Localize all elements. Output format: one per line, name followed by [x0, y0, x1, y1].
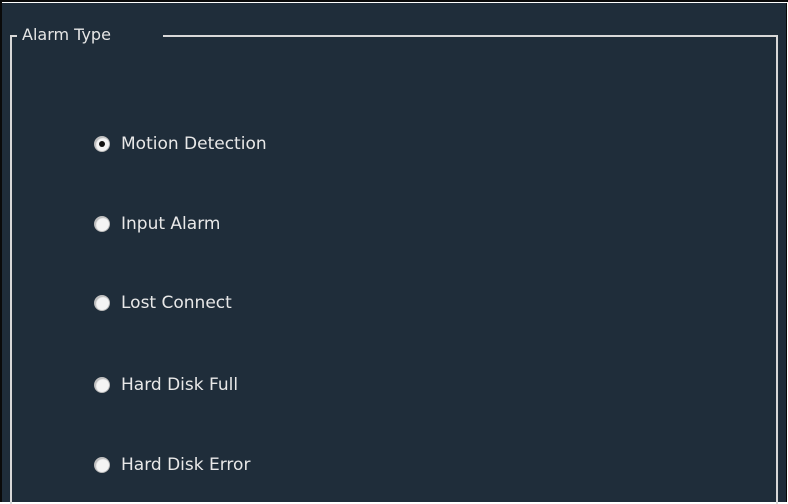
groupbox-left-border: [10, 35, 12, 504]
radio-label: Hard Disk Error: [121, 455, 251, 475]
groupbox-top-right-border: [163, 35, 776, 37]
radio-button-icon[interactable]: [94, 457, 110, 473]
alarm-type-panel: Alarm Type Motion Detection Input Alarm …: [0, 0, 788, 504]
radio-selected-dot: [99, 141, 105, 147]
groupbox-top-left-border: [10, 35, 17, 37]
top-edge-line: [2, 2, 788, 3]
radio-label: Hard Disk Full: [121, 375, 239, 395]
radio-label: Lost Connect: [121, 293, 232, 313]
radio-hard-disk-error[interactable]: Hard Disk Error: [94, 452, 250, 478]
radio-button-icon[interactable]: [94, 295, 110, 311]
radio-motion-detection[interactable]: Motion Detection: [94, 131, 267, 157]
radio-label: Input Alarm: [121, 214, 221, 234]
groupbox-right-border: [776, 35, 778, 504]
radio-button-icon[interactable]: [94, 377, 110, 393]
radio-button-icon[interactable]: [94, 136, 110, 152]
radio-hard-disk-full[interactable]: Hard Disk Full: [94, 372, 238, 398]
groupbox-title: Alarm Type: [20, 24, 115, 46]
radio-lost-connect[interactable]: Lost Connect: [94, 290, 232, 316]
radio-input-alarm[interactable]: Input Alarm: [94, 211, 220, 237]
radio-label: Motion Detection: [121, 134, 267, 154]
radio-button-icon[interactable]: [94, 216, 110, 232]
